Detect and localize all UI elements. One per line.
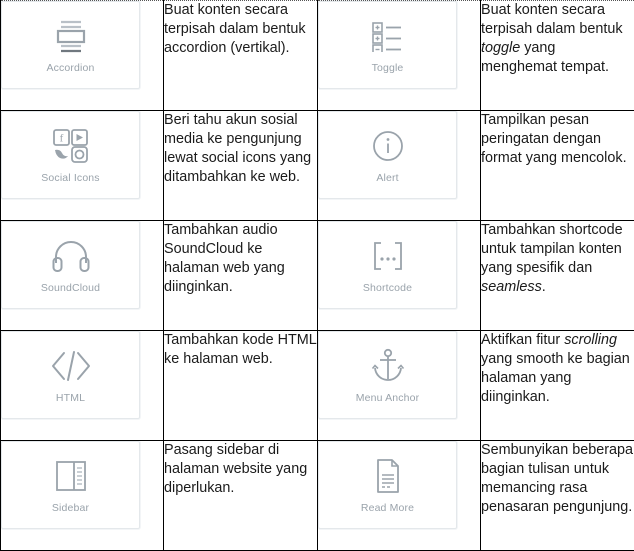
widget-icon-cell-read-more[interactable]: Read More: [317, 440, 481, 551]
widget-label-alert: Alert: [376, 172, 399, 185]
widget-description: Buat konten secara terpisah dalam bentuk…: [164, 2, 306, 57]
widget-description: Aktifkan fitur scrolling yang smooth ke …: [481, 332, 630, 406]
widget-icon-cell-accordion[interactable]: Accordion: [0, 0, 164, 111]
anchor-icon: [371, 346, 405, 386]
widget-icon-cell-sidebar[interactable]: Sidebar: [0, 440, 164, 551]
widget-desc-cell-soundcloud: Tambahkan audio SoundCloud ke halaman we…: [163, 220, 318, 331]
headphones-icon: [51, 236, 91, 276]
svg-text:f: f: [59, 133, 63, 145]
widget-description: Beri tahu akun sosial media ke pengunjun…: [164, 112, 312, 186]
widget-icon-cell-soundcloud[interactable]: SoundCloud: [0, 220, 164, 331]
toggle-icon: [367, 16, 409, 56]
widget-desc-cell-menu-anchor: Aktifkan fitur scrolling yang smooth ke …: [480, 330, 634, 441]
widget-card-social-icons[interactable]: f Social Icons: [1, 111, 140, 199]
widget-label-shortcode: Shortcode: [362, 282, 413, 295]
shortcode-brackets-icon: [366, 236, 410, 276]
widget-description: Tambahkan audio SoundCloud ke halaman we…: [164, 222, 285, 296]
widget-card-read-more[interactable]: Read More: [318, 441, 457, 529]
widget-label-read-more: Read More: [360, 502, 415, 515]
widget-icon-cell-shortcode[interactable]: Shortcode: [317, 220, 481, 331]
widget-desc-cell-alert: Tampilkan pesan peringatan dengan format…: [480, 110, 634, 221]
widget-icon-cell-toggle[interactable]: Toggle: [317, 0, 481, 111]
table-row: HTML Tambahkan kode HTML ke halaman web.: [0, 330, 634, 441]
widget-description: Tambahkan shortcode untuk tampilan konte…: [481, 222, 623, 296]
widget-icon-cell-menu-anchor[interactable]: Menu Anchor: [317, 330, 481, 441]
widget-description: Tambahkan kode HTML ke halaman web.: [164, 332, 317, 368]
widget-card-html[interactable]: HTML: [1, 331, 140, 419]
widget-desc-cell-sidebar: Pasang sidebar di halaman website yang d…: [163, 440, 318, 551]
widget-label-toggle: Toggle: [371, 62, 404, 75]
widget-icon-cell-alert[interactable]: Alert: [317, 110, 481, 221]
widget-desc-cell-html: Tambahkan kode HTML ke halaman web.: [163, 330, 318, 441]
widget-label-accordion: Accordion: [46, 62, 95, 75]
widget-list-table: Accordion Buat konten secara terpisah da…: [0, 0, 634, 551]
widget-card-alert[interactable]: Alert: [318, 111, 457, 199]
widget-card-menu-anchor[interactable]: Menu Anchor: [318, 331, 457, 419]
widget-desc-cell-toggle: Buat konten secara terpisah dalam bentuk…: [480, 0, 634, 111]
widget-label-menu-anchor: Menu Anchor: [355, 392, 420, 405]
widget-label-html: HTML: [55, 392, 86, 405]
widget-card-soundcloud[interactable]: SoundCloud: [1, 221, 140, 309]
widget-desc-cell-shortcode: Tambahkan shortcode untuk tampilan konte…: [480, 220, 634, 331]
accordion-icon: [51, 16, 91, 56]
read-more-document-icon: [373, 456, 403, 496]
widget-card-toggle[interactable]: Toggle: [318, 1, 457, 89]
widget-label-soundcloud: SoundCloud: [40, 282, 101, 295]
widget-card-sidebar[interactable]: Sidebar: [1, 441, 140, 529]
widget-card-accordion[interactable]: Accordion: [1, 1, 140, 89]
widget-card-shortcode[interactable]: Shortcode: [318, 221, 457, 309]
table-row: Sidebar Pasang sidebar di halaman websit…: [0, 440, 634, 551]
table-row: Accordion Buat konten secara terpisah da…: [0, 0, 634, 111]
widget-description: Tampilkan pesan peringatan dengan format…: [481, 112, 627, 167]
widget-description: Buat konten secara terpisah dalam bentuk…: [481, 2, 623, 76]
html-code-icon: [49, 346, 93, 386]
widget-description: Pasang sidebar di halaman website yang d…: [164, 442, 308, 497]
social-icons-icon: f: [52, 126, 90, 166]
widget-desc-cell-social-icons: Beri tahu akun sosial media ke pengunjun…: [163, 110, 318, 221]
alert-info-icon: [370, 126, 406, 166]
widget-label-social-icons: Social Icons: [41, 172, 100, 185]
widget-description: Sembunyikan beberapa bagian tulisan untu…: [481, 442, 634, 516]
table-row: SoundCloud Tambahkan audio SoundCloud ke…: [0, 220, 634, 331]
sidebar-icon: [54, 456, 88, 496]
widget-desc-cell-accordion: Buat konten secara terpisah dalam bentuk…: [163, 0, 318, 111]
widget-desc-cell-read-more: Sembunyikan beberapa bagian tulisan untu…: [480, 440, 634, 551]
widget-label-sidebar: Sidebar: [51, 502, 90, 515]
widget-icon-cell-html[interactable]: HTML: [0, 330, 164, 441]
widget-icon-cell-social-icons[interactable]: f Social Icons: [0, 110, 164, 221]
table-row: f Social Icons Beri tahu akun sosial med…: [0, 110, 634, 221]
